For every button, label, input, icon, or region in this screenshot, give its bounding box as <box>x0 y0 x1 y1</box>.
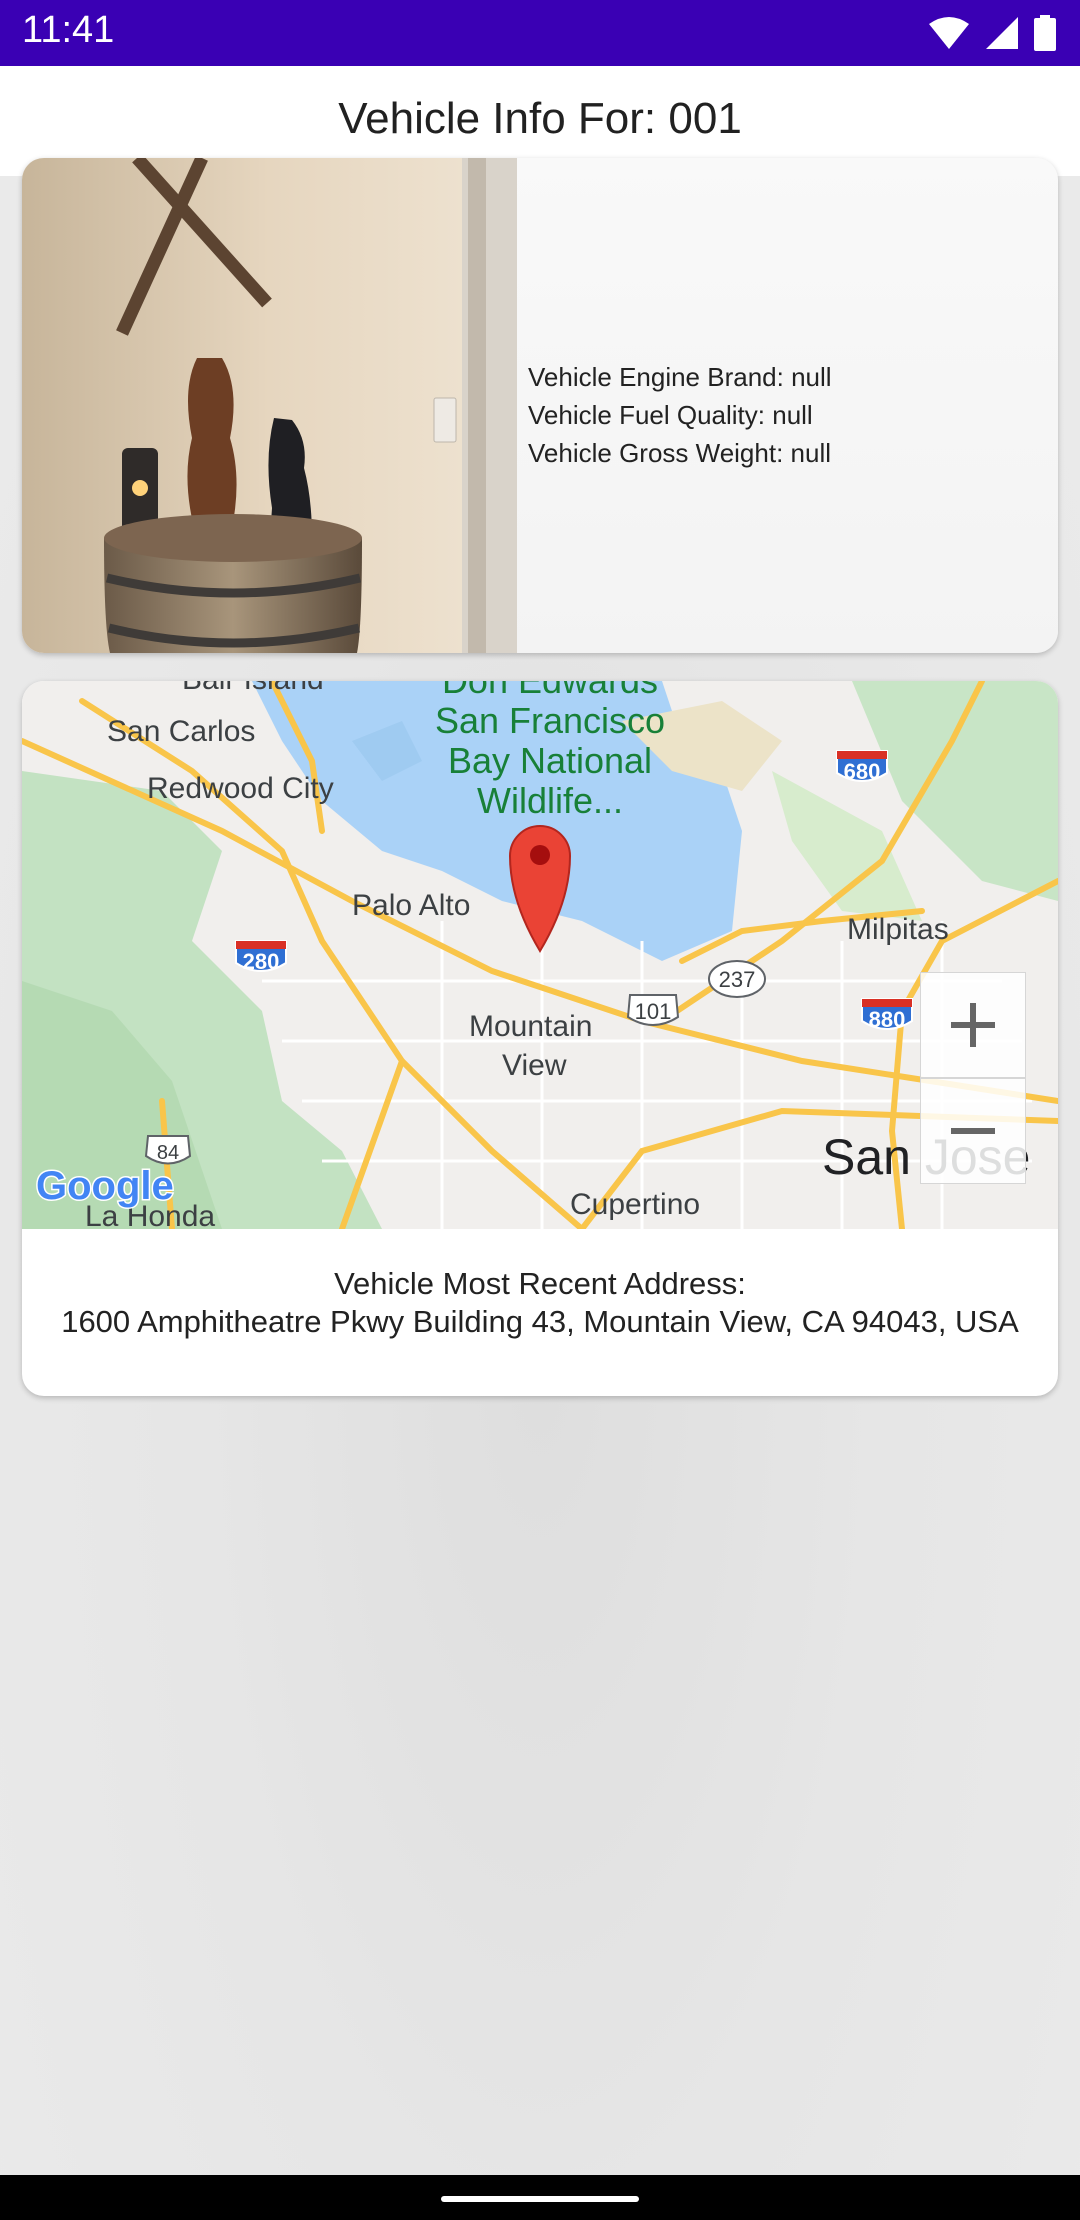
svg-text:84: 84 <box>157 1142 179 1164</box>
label-refuge-line1: Don Edwards <box>442 681 658 701</box>
address-value: 1600 Amphitheatre Pkwy Building 43, Moun… <box>61 1304 1019 1339</box>
svg-text:280: 280 <box>243 949 280 974</box>
google-logo: Google <box>35 1163 176 1210</box>
label-mountain-view-line1: Mountain <box>469 1010 592 1043</box>
map-canvas[interactable]: Bair Island San Carlos Redwood City Palo… <box>22 681 1058 1229</box>
label-refuge-line4: Wildlife... <box>477 780 623 821</box>
svg-text:101: 101 <box>635 999 672 1024</box>
status-bar: 11:41 <box>0 0 1080 66</box>
address-label: Vehicle Most Recent Address: <box>334 1266 746 1301</box>
gross-weight-text: Vehicle Gross Weight: null <box>528 438 831 468</box>
svg-text:237: 237 <box>719 967 756 992</box>
engine-brand-text: Vehicle Engine Brand: null <box>528 362 832 392</box>
status-time: 11:41 <box>22 9 115 51</box>
label-san-carlos: San Carlos <box>107 715 255 748</box>
wifi-icon <box>929 17 969 49</box>
label-refuge-line2: San Francisco <box>435 700 665 741</box>
label-bair-island: Bair Island <box>182 681 324 696</box>
shield-237: 237 <box>708 960 766 998</box>
label-redwood-city: Redwood City <box>147 772 334 805</box>
zoom-in-button[interactable] <box>920 972 1026 1078</box>
minus-icon <box>951 1128 995 1134</box>
vehicle-photo <box>22 158 517 653</box>
page-title: Vehicle Info For: 001 <box>338 94 742 143</box>
map-card: Bair Island San Carlos Redwood City Palo… <box>22 681 1058 1396</box>
shield-680: 680 <box>836 750 888 784</box>
svg-text:680: 680 <box>844 759 881 784</box>
shield-280: 280 <box>235 940 287 974</box>
signal-icon <box>986 17 1018 49</box>
vehicle-details: Vehicle Engine Brand: null Vehicle Fuel … <box>528 358 832 472</box>
vehicle-info-card: Vehicle Engine Brand: null Vehicle Fuel … <box>22 158 1058 653</box>
plus-icon <box>951 1003 995 1047</box>
label-refuge-line3: Bay National <box>448 740 652 781</box>
status-icons <box>928 14 1056 52</box>
shield-84: 84 <box>144 1135 192 1165</box>
shield-880: 880 <box>861 998 913 1032</box>
battery-icon <box>1034 15 1056 51</box>
label-palo-alto: Palo Alto <box>352 889 470 922</box>
label-cupertino: Cupertino <box>570 1188 700 1221</box>
zoom-out-button[interactable] <box>920 1078 1026 1184</box>
label-mountain-view-line2: View <box>502 1049 567 1082</box>
label-milpitas: Milpitas <box>847 913 949 946</box>
fuel-quality-text: Vehicle Fuel Quality: null <box>528 400 813 430</box>
svg-text:Google: Google <box>36 1164 174 1208</box>
map-view[interactable]: Bair Island San Carlos Redwood City Palo… <box>22 681 1058 1229</box>
home-handle[interactable] <box>441 2196 639 2202</box>
svg-text:880: 880 <box>869 1007 906 1032</box>
shield-101: 101 <box>626 994 680 1026</box>
